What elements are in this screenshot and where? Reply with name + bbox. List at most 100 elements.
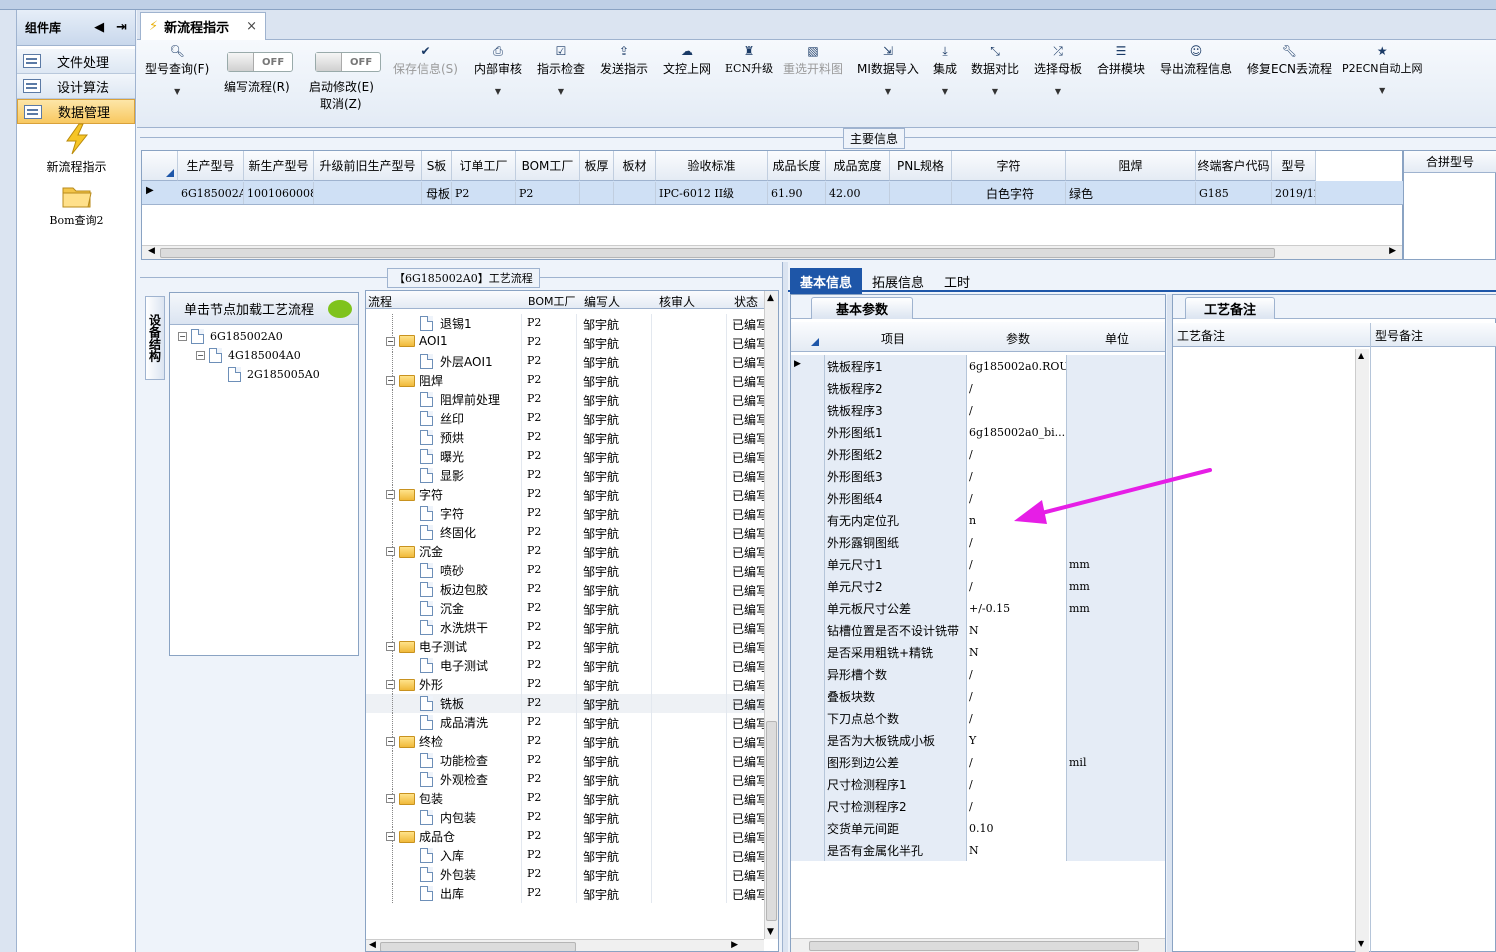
list-item[interactable]: 外层AOI1 P2 邹宇航 已编写 — [366, 352, 766, 371]
table-cell[interactable]: 绿色 — [1066, 182, 1196, 204]
row-selector[interactable]: ▶ — [791, 355, 825, 377]
column-header[interactable]: PNL规格 — [890, 151, 952, 181]
scroll-thumb[interactable] — [766, 721, 777, 921]
column-header[interactable]: BOM工厂 — [516, 151, 580, 181]
send-instruction-button[interactable]: ⇪ 发送指示 — [600, 44, 648, 77]
list-item[interactable]: 退锡1 P2 邹宇航 已编写 — [366, 314, 766, 333]
row-selector[interactable] — [791, 817, 825, 839]
column-header[interactable]: 成品宽度 — [826, 151, 890, 181]
column-header[interactable]: 终端客户代码 — [1196, 151, 1272, 181]
param-row[interactable]: 单元板尺寸公差 +/-0.15 mm — [791, 597, 1165, 619]
row-selector[interactable] — [791, 619, 825, 641]
mi-data-import-button[interactable]: ⇲ MI数据导入 ▼ — [857, 44, 919, 96]
list-item[interactable]: 功能检查 P2 邹宇航 已编写 — [366, 751, 766, 770]
model-query-button[interactable]: 🔍︎ 型号查询(F) ▼ — [145, 44, 209, 96]
param-value[interactable]: / — [967, 399, 1067, 421]
param-row[interactable]: 叠板块数 / — [791, 685, 1165, 707]
param-row[interactable]: 铣板程序2/ — [791, 377, 1165, 399]
table-cell[interactable]: P2 — [516, 182, 580, 204]
param-value[interactable]: 6g185002a0.ROU — [967, 355, 1067, 377]
list-item[interactable]: 曝光 P2 邹宇航 已编写 — [366, 447, 766, 466]
collapse-toggle[interactable]: − — [386, 794, 395, 803]
row-selector[interactable] — [791, 597, 825, 619]
column-header[interactable]: 订单工厂 — [452, 151, 516, 181]
column-header[interactable]: 新生产型号 — [244, 151, 314, 181]
list-item[interactable]: 外观检查 P2 邹宇航 已编写 — [366, 770, 766, 789]
scroll-thumb[interactable] — [380, 942, 576, 951]
row-selector[interactable] — [791, 751, 825, 773]
tree-node[interactable]: −6G185002A0 — [178, 329, 283, 344]
collapse-toggle[interactable]: − — [386, 737, 395, 746]
list-item[interactable]: 丝印 P2 邹宇航 已编写 — [366, 409, 766, 428]
column-header[interactable]: 验收标准 — [656, 151, 768, 181]
param-value[interactable]: / — [967, 795, 1067, 817]
param-value[interactable]: / — [967, 751, 1067, 773]
tab-basic-params[interactable]: 基本参数 — [811, 297, 913, 319]
list-item[interactable]: 字符 P2 邹宇航 已编写 — [366, 504, 766, 523]
list-item[interactable]: 终固化 P2 邹宇航 已编写 — [366, 523, 766, 542]
param-value[interactable]: N — [967, 839, 1067, 861]
param-row[interactable]: 外形图纸1 6g185002a0_bi... — [791, 421, 1165, 443]
param-row[interactable]: 异形槽个数 / — [791, 663, 1165, 685]
list-item[interactable]: − 沉金 P2 邹宇航 已编写 — [366, 542, 766, 561]
table-row[interactable]: ▶ 6G185002A010010600080087母板P2P2IPC-6012… — [142, 181, 1404, 205]
table-cell[interactable]: IPC-6012 II级 — [656, 182, 768, 204]
row-selector[interactable] — [791, 399, 825, 421]
column-header[interactable]: 板材 — [614, 151, 656, 181]
horizontal-scrollbar[interactable] — [791, 938, 1165, 952]
p2ecn-auto-online-button[interactable]: ★ P2ECN自动上网 ▼ — [1342, 44, 1423, 95]
vertical-splitter[interactable] — [782, 262, 788, 952]
list-item[interactable]: − 阻焊 P2 邹宇航 已编写 — [366, 371, 766, 390]
param-value[interactable]: / — [967, 377, 1067, 399]
param-value[interactable]: 6g185002a0_bi... — [967, 421, 1067, 443]
tab-process-notes[interactable]: 工艺备注 — [1185, 297, 1275, 319]
list-item[interactable]: 成品清洗 P2 邹宇航 已编写 — [366, 713, 766, 732]
repair-ecn-flow-button[interactable]: 🔧︎ 修复ECN丢流程 — [1247, 44, 1332, 77]
param-row[interactable]: 铣板程序3/ — [791, 399, 1165, 421]
param-value[interactable]: / — [967, 575, 1067, 597]
list-item[interactable]: 铣板 P2 邹宇航 已编写 — [366, 694, 766, 713]
start-modify-toggle[interactable]: OFF — [315, 52, 381, 72]
horizontal-scrollbar[interactable]: ◀ ▶ — [142, 245, 1402, 259]
table-cell[interactable] — [890, 182, 952, 204]
tile-new-flow[interactable]: 新流程指示 — [17, 123, 136, 175]
table-cell[interactable] — [580, 182, 614, 204]
param-row[interactable]: 是否为大板铣成小板 Y — [791, 729, 1165, 751]
row-selector[interactable] — [791, 707, 825, 729]
tab-work-hours[interactable]: 工时 — [934, 268, 980, 295]
param-row[interactable]: 尺寸检测程序1/ — [791, 773, 1165, 795]
collapse-toggle[interactable]: − — [386, 490, 395, 499]
param-row[interactable]: 图形到边公差 / mil — [791, 751, 1165, 773]
param-row[interactable]: 单元尺寸2/mm — [791, 575, 1165, 597]
row-selector[interactable] — [791, 663, 825, 685]
row-selector[interactable] — [791, 641, 825, 663]
table-cell[interactable]: 61.90 — [768, 182, 826, 204]
table-cell[interactable] — [614, 182, 656, 204]
list-item[interactable]: − 包装 P2 邹宇航 已编写 — [366, 789, 766, 808]
merge-module-button[interactable]: ☰ 合拼模块 — [1097, 44, 1145, 77]
param-value[interactable]: Y — [967, 729, 1067, 751]
column-header[interactable]: 板厚 — [580, 151, 614, 181]
row-selector[interactable] — [791, 531, 825, 553]
param-row[interactable]: 外形露铜图纸 / — [791, 531, 1165, 553]
row-selector[interactable] — [791, 421, 825, 443]
collapse-toggle[interactable]: − — [386, 642, 395, 651]
scroll-thumb[interactable] — [809, 941, 1139, 951]
param-value[interactable]: / — [967, 553, 1067, 575]
table-cell[interactable]: P2 — [452, 182, 516, 204]
column-header[interactable]: S板 — [422, 151, 452, 181]
row-selector[interactable] — [791, 487, 825, 509]
list-item[interactable]: − 字符 P2 邹宇航 已编写 — [366, 485, 766, 504]
row-selector[interactable] — [791, 443, 825, 465]
param-row[interactable]: 是否有金属化半孔 N — [791, 839, 1165, 861]
data-compare-button[interactable]: ⤡ 数据对比 ▼ — [971, 44, 1019, 96]
row-selector[interactable] — [791, 773, 825, 795]
list-item[interactable]: − 电子测试 P2 邹宇航 已编写 — [366, 637, 766, 656]
table-cell[interactable]: 2019/12 — [1272, 182, 1316, 204]
row-selector[interactable] — [791, 553, 825, 575]
list-item[interactable]: − 外形 P2 邹宇航 已编写 — [366, 675, 766, 694]
list-item[interactable]: 外包装 P2 邹宇航 已编写 — [366, 865, 766, 884]
table-cell[interactable]: 母板 — [422, 182, 452, 204]
param-row[interactable]: ▶ 铣板程序1 6g185002a0.ROU — [791, 355, 1165, 377]
tile-bom-query[interactable]: Bom查询2 — [17, 183, 136, 228]
